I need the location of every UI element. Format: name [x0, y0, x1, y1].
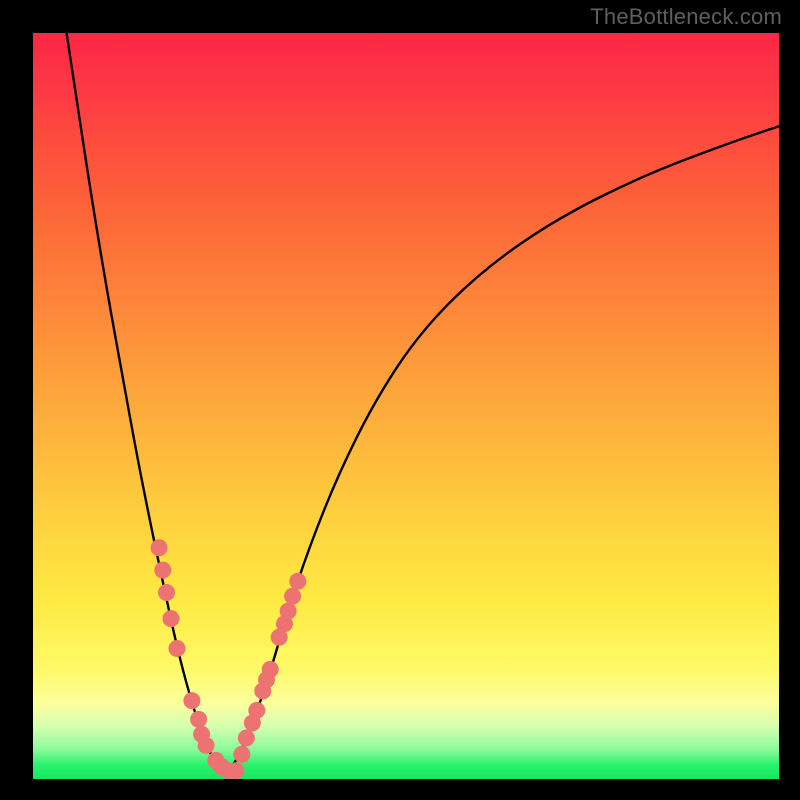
marker-left-cluster — [168, 640, 185, 657]
curve-right-branch — [227, 126, 779, 773]
marker-right-cluster — [289, 573, 306, 590]
marker-right-cluster — [248, 702, 265, 719]
chart-overlay-svg — [33, 33, 779, 779]
marker-right-cluster — [284, 588, 301, 605]
marker-left-cluster — [163, 610, 180, 627]
marker-left-cluster — [151, 539, 168, 556]
marker-right-cluster — [262, 661, 279, 678]
marker-right-cluster — [233, 746, 250, 763]
chart-frame: TheBottleneck.com — [0, 0, 800, 800]
marker-right-cluster — [238, 729, 255, 746]
marker-left-cluster — [198, 737, 215, 754]
marker-left-cluster — [158, 584, 175, 601]
chart-markers — [151, 539, 307, 779]
marker-left-cluster — [227, 762, 244, 779]
marker-left-cluster — [154, 562, 171, 579]
marker-left-cluster — [183, 692, 200, 709]
chart-curves — [67, 33, 779, 773]
curve-left-branch — [67, 33, 227, 773]
watermark-text: TheBottleneck.com — [590, 4, 782, 30]
marker-right-cluster — [280, 603, 297, 620]
marker-left-cluster — [190, 711, 207, 728]
